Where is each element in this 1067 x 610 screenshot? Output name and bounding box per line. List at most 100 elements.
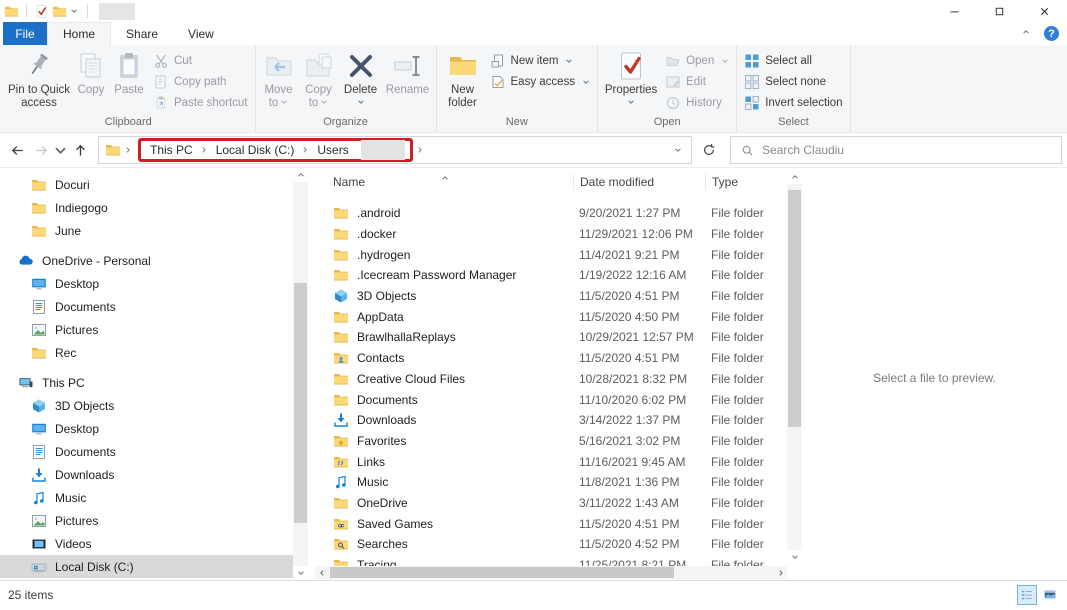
file-row-onedrive[interactable]: OneDrive3/11/2022 1:43 AMFile folder xyxy=(315,493,787,514)
sidebar-item-documents[interactable]: Documents xyxy=(0,440,293,463)
file-row-brawlhallareplays[interactable]: BrawlhallaReplays10/29/2021 12:57 PMFile… xyxy=(315,327,787,348)
folder-contacts-icon xyxy=(333,350,349,366)
scrollbar-track[interactable] xyxy=(328,567,774,578)
ribbon-button-copy[interactable]: Copy xyxy=(74,48,108,97)
column-header-date-modified[interactable]: Date modified xyxy=(573,174,705,191)
ribbon-button-copy-path[interactable]: Copy path xyxy=(149,72,252,92)
file-row-searches[interactable]: Searches11/5/2020 4:52 PMFile folder xyxy=(315,534,787,555)
file-list-vertical-scrollbar[interactable] xyxy=(787,170,802,564)
ribbon-button-easy-access[interactable]: Easy access xyxy=(486,72,595,92)
breadcrumb-segment-this-pc[interactable]: This PC xyxy=(146,143,197,157)
tab-share[interactable]: Share xyxy=(111,22,173,45)
file-list-horizontal-scrollbar[interactable] xyxy=(315,566,787,579)
file-row-hydrogen[interactable]: .hydrogen11/4/2021 9:21 PMFile folder xyxy=(315,244,787,265)
ribbon-button-new-folder[interactable]: New folder xyxy=(441,48,485,110)
sidebar-item-3d-objects[interactable]: 3D Objects xyxy=(0,394,293,417)
file-row-appdata[interactable]: AppData11/5/2020 4:50 PMFile folder xyxy=(315,306,787,327)
ribbon-button-paste[interactable]: Paste xyxy=(110,48,148,97)
breadcrumb-chevron-icon[interactable] xyxy=(416,146,425,155)
ribbon-button-rename[interactable]: Rename xyxy=(384,48,432,97)
file-row-downloads[interactable]: Downloads3/14/2022 1:37 PMFile folder xyxy=(315,410,787,431)
ribbon-button-edit[interactable]: Edit xyxy=(661,72,733,92)
properties-icon[interactable] xyxy=(34,4,49,19)
address-dropdown-chevron-icon[interactable] xyxy=(665,137,691,163)
collapse-ribbon-chevron-up-icon[interactable] xyxy=(1022,28,1034,40)
column-header-type[interactable]: Type xyxy=(705,174,787,191)
sidebar-item-pictures[interactable]: Pictures xyxy=(0,509,293,532)
scroll-right-chevron-icon[interactable] xyxy=(774,566,787,579)
minimize-button[interactable] xyxy=(932,0,977,22)
help-icon[interactable]: ? xyxy=(1044,26,1059,41)
sidebar-item-downloads[interactable]: Downloads xyxy=(0,463,293,486)
refresh-icon[interactable] xyxy=(696,137,722,163)
ribbon-button-delete[interactable]: Delete xyxy=(340,48,382,106)
address-bar[interactable]: This PC Local Disk (C:) Users xyxy=(98,136,692,164)
scroll-left-chevron-icon[interactable] xyxy=(315,566,328,579)
file-row-icecream-password-manager[interactable]: .Icecream Password Manager1/19/2022 12:1… xyxy=(315,265,787,286)
sidebar-item-desktop[interactable]: Desktop xyxy=(0,417,293,440)
breadcrumb-segment-local-disk-c[interactable]: Local Disk (C:) xyxy=(212,143,299,157)
ribbon-button-pin-to-quick-access[interactable]: Pin to Quick access xyxy=(6,48,72,110)
maximize-button[interactable] xyxy=(977,0,1022,22)
sidebar-item-desktop[interactable]: Desktop xyxy=(0,272,293,295)
sidebar-item-onedrive-personal[interactable]: OneDrive - Personal xyxy=(0,249,293,272)
ribbon-button-select-none[interactable]: Select none xyxy=(740,72,846,92)
ribbon-button-paste-shortcut[interactable]: Paste shortcut xyxy=(149,93,252,113)
ribbon-button-move-to[interactable]: Move to xyxy=(260,48,298,110)
new-folder-icon[interactable] xyxy=(52,4,67,19)
recent-locations-chevron-down-icon[interactable] xyxy=(53,138,68,162)
file-row-documents[interactable]: Documents11/10/2020 6:02 PMFile folder xyxy=(315,389,787,410)
ribbon-button-select-all[interactable]: Select all xyxy=(740,51,846,71)
sidebar-item-documents[interactable]: Documents xyxy=(0,295,293,318)
file-row-android[interactable]: .android9/20/2021 1:27 PMFile folder xyxy=(315,203,787,224)
horizontal-scrollbar-thumb[interactable] xyxy=(330,567,674,578)
sidebar-scrollbar[interactable] xyxy=(293,168,308,580)
breadcrumb-chevron-icon[interactable] xyxy=(124,146,133,155)
details-view-icon[interactable] xyxy=(1017,585,1037,605)
file-list-scrollbar-thumb[interactable] xyxy=(788,190,801,427)
file-row-saved-games[interactable]: Saved Games11/5/2020 4:51 PMFile folder xyxy=(315,513,787,534)
scroll-up-chevron-icon[interactable] xyxy=(787,170,802,184)
tab-home[interactable]: Home xyxy=(47,22,111,45)
file-row-tracing[interactable]: Tracing11/25/2021 8:21 PMFile folder xyxy=(315,555,787,566)
sidebar-item-indiegogo[interactable]: Indiegogo xyxy=(0,196,293,219)
sidebar-item-videos[interactable]: Videos xyxy=(0,532,293,555)
tab-view[interactable]: View xyxy=(173,22,229,45)
scroll-down-chevron-icon[interactable] xyxy=(787,550,802,564)
thumbnails-view-icon[interactable] xyxy=(1040,585,1060,605)
sidebar-item-pictures[interactable]: Pictures xyxy=(0,318,293,341)
breadcrumb-segment-users[interactable]: Users xyxy=(313,143,352,157)
ribbon-button-new-item[interactable]: New item xyxy=(486,51,595,71)
file-row-contacts[interactable]: Contacts11/5/2020 4:51 PMFile folder xyxy=(315,348,787,369)
sidebar-item-local-disk-c[interactable]: Local Disk (C:) xyxy=(0,555,293,578)
column-header-name[interactable]: Name xyxy=(315,170,573,194)
search-input[interactable]: Search Claudiu xyxy=(730,136,1062,164)
forward-button[interactable] xyxy=(29,138,53,162)
ribbon-button-copy-to[interactable]: Copy to xyxy=(300,48,338,110)
scroll-up-chevron-icon[interactable] xyxy=(293,168,308,182)
tab-file[interactable]: File xyxy=(3,22,47,45)
scroll-down-chevron-icon[interactable] xyxy=(293,566,308,580)
sidebar-scrollbar-thumb[interactable] xyxy=(294,283,307,523)
sidebar-item-june[interactable]: June xyxy=(0,219,293,242)
sidebar-item-label: Local Disk (C:) xyxy=(55,560,134,574)
file-row-favorites[interactable]: Favorites5/16/2021 3:02 PMFile folder xyxy=(315,431,787,452)
back-button[interactable] xyxy=(5,138,29,162)
ribbon-button-invert-selection[interactable]: Invert selection xyxy=(740,93,846,113)
ribbon-button-cut[interactable]: Cut xyxy=(149,51,252,71)
customize-chevron-down-icon[interactable] xyxy=(70,7,80,15)
ribbon-button-open[interactable]: Open xyxy=(661,51,733,71)
file-row-docker[interactable]: .docker11/29/2021 12:06 PMFile folder xyxy=(315,224,787,245)
sidebar-item-rec[interactable]: Rec xyxy=(0,341,293,364)
file-row-3d-objects[interactable]: 3D Objects11/5/2020 4:51 PMFile folder xyxy=(315,286,787,307)
sidebar-item-music[interactable]: Music xyxy=(0,486,293,509)
close-button[interactable] xyxy=(1022,0,1067,22)
ribbon-button-history[interactable]: History xyxy=(661,93,733,113)
file-row-links[interactable]: Links11/16/2021 9:45 AMFile folder xyxy=(315,451,787,472)
file-row-music[interactable]: Music11/8/2021 1:36 PMFile folder xyxy=(315,472,787,493)
file-row-creative-cloud-files[interactable]: Creative Cloud Files10/28/2021 8:32 PMFi… xyxy=(315,369,787,390)
ribbon-button-properties[interactable]: Properties xyxy=(602,48,660,106)
sidebar-item-this-pc[interactable]: This PC xyxy=(0,371,293,394)
sidebar-item-docuri[interactable]: Docuri xyxy=(0,173,293,196)
up-button[interactable] xyxy=(68,138,92,162)
